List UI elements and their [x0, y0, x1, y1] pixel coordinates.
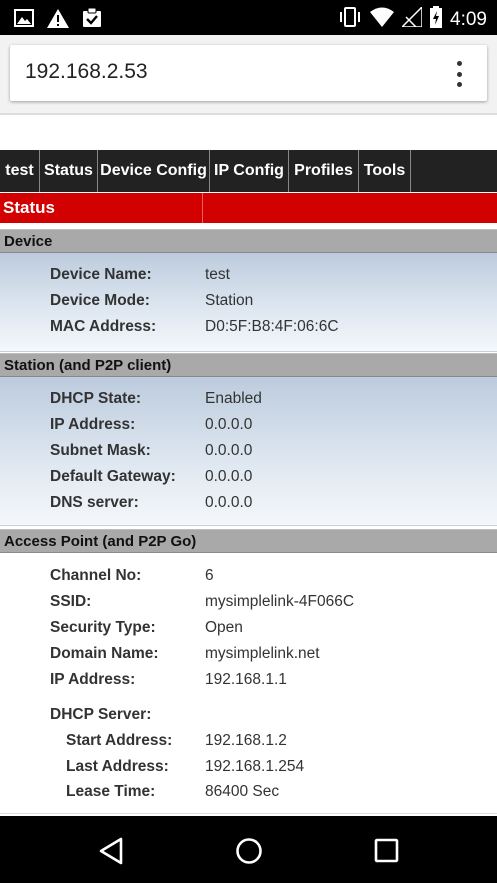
field-value: Open [205, 619, 243, 636]
field-label: IP Address: [50, 416, 136, 433]
table-row: DHCP Server: [0, 706, 497, 726]
back-icon[interactable] [98, 837, 124, 870]
table-row: DNS server: 0.0.0.0 [0, 494, 497, 514]
field-label: Device Name: [50, 266, 152, 283]
signal-icon [400, 5, 423, 32]
section-access-point: Channel No: 6 SSID: mysimplelink-4F066C … [0, 553, 497, 814]
field-label: Lease Time: [66, 783, 156, 800]
clock: 4:09 [450, 8, 487, 30]
field-value: mysimplelink.net [205, 645, 320, 662]
tab-ip-config[interactable]: IP Config [210, 150, 289, 192]
field-label: Last Address: [66, 758, 169, 775]
section-header-station: Station (and P2P client) [0, 353, 497, 377]
overflow-menu-icon[interactable] [455, 61, 463, 87]
section-header-device: Device [0, 229, 497, 253]
clipboard-check-icon [82, 7, 102, 33]
field-value: 0.0.0.0 [205, 494, 253, 511]
toolbar-divider [0, 113, 497, 115]
warning-icon [47, 8, 69, 33]
field-label: MAC Address: [50, 318, 157, 335]
image-icon [14, 9, 34, 32]
field-label: DNS server: [50, 494, 139, 511]
field-value: 6 [205, 567, 214, 584]
field-value: 192.168.1.2 [205, 732, 287, 749]
section-header-access-point: Access Point (and P2P Go) [0, 529, 497, 553]
table-row: SSID: mysimplelink-4F066C [0, 593, 497, 613]
field-value: 0.0.0.0 [205, 442, 253, 459]
field-label: DHCP State: [50, 390, 142, 407]
table-row: Subnet Mask: 0.0.0.0 [0, 442, 497, 462]
table-row: IP Address: 192.168.1.1 [0, 671, 497, 691]
section-device: Device Name: test Device Mode: Station M… [0, 253, 497, 352]
field-value: 192.168.1.254 [205, 758, 305, 775]
table-row: DHCP State: Enabled [0, 390, 497, 410]
recents-icon[interactable] [374, 838, 400, 869]
field-label: Device Mode: [50, 292, 150, 309]
field-label: IP Address: [50, 671, 136, 688]
vibrate-icon [338, 7, 362, 32]
section-station: DHCP State: Enabled IP Address: 0.0.0.0 … [0, 377, 497, 526]
battery-charging-icon [430, 6, 443, 33]
field-value: 0.0.0.0 [205, 468, 253, 485]
tab-filler [411, 150, 497, 192]
table-row: Start Address: 192.168.1.2 [0, 732, 497, 752]
field-value: 86400 Sec [205, 783, 280, 800]
browser-toolbar: 192.168.2.53 [0, 35, 497, 113]
tab-status[interactable]: Status [40, 150, 98, 192]
status-bar: 4:09 [0, 0, 497, 35]
table-row: Last Address: 192.168.1.254 [0, 758, 497, 778]
tab-device-config[interactable]: Device Config [98, 150, 210, 192]
field-label: Subnet Mask: [50, 442, 151, 459]
field-value: Enabled [205, 390, 262, 407]
field-label: Channel No: [50, 567, 142, 584]
field-label: Security Type: [50, 619, 156, 636]
table-row: Channel No: 6 [0, 567, 497, 587]
table-row: Default Gateway: 0.0.0.0 [0, 468, 497, 488]
home-icon[interactable] [235, 837, 263, 870]
field-value: test [205, 266, 230, 283]
table-row: Lease Time: 86400 Sec [0, 783, 497, 803]
url-text[interactable]: 192.168.2.53 [25, 60, 148, 84]
field-label: Default Gateway: [50, 468, 176, 485]
field-value: D0:5F:B8:4F:06:6C [205, 318, 339, 335]
address-bar[interactable]: 192.168.2.53 [10, 45, 487, 101]
table-row: IP Address: 0.0.0.0 [0, 416, 497, 436]
nav-tabs: test Status Device Config IP Config Prof… [0, 150, 497, 192]
field-value: mysimplelink-4F066C [205, 593, 355, 610]
tab-tools[interactable]: Tools [359, 150, 411, 192]
table-row: Domain Name: mysimplelink.net [0, 645, 497, 665]
dhcp-server-label: DHCP Server: [50, 706, 152, 723]
page-title-bar: Status [0, 193, 497, 223]
field-value: 192.168.1.1 [205, 671, 287, 688]
table-row: Security Type: Open [0, 619, 497, 639]
field-value: 0.0.0.0 [205, 416, 253, 433]
tab-test[interactable]: test [0, 150, 40, 192]
page-title: Status [0, 193, 203, 223]
system-nav-bar [0, 816, 497, 883]
table-row: Device Name: test [0, 266, 497, 286]
wifi-icon [370, 7, 395, 32]
table-row: MAC Address: D0:5F:B8:4F:06:6C [0, 318, 497, 338]
tab-profiles[interactable]: Profiles [289, 150, 359, 192]
field-value: Station [205, 292, 254, 309]
field-label: SSID: [50, 593, 92, 610]
field-label: Domain Name: [50, 645, 159, 662]
table-row: Device Mode: Station [0, 292, 497, 312]
field-label: Start Address: [66, 732, 173, 749]
